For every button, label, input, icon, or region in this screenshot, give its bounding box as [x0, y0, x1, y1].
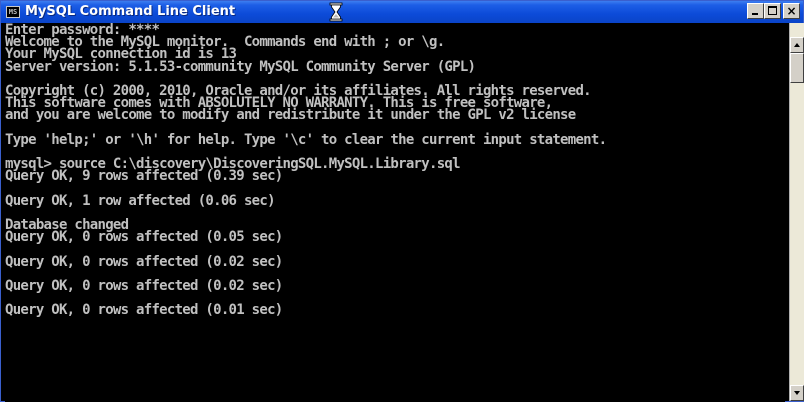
close-icon: × [786, 4, 797, 18]
console-line: Query OK, 0 rows affected (0.02 sec) [5, 277, 283, 294]
console-window: MS MySQL Command Line Client × Enter pas… [0, 0, 804, 402]
scrollbar-thumb[interactable] [790, 53, 804, 83]
title-bar[interactable]: MS MySQL Command Line Client × [1, 1, 803, 23]
console-line: Query OK, 0 rows affected (0.05 sec) [5, 229, 283, 246]
console-line: and you are welcome to modify and redist… [5, 107, 576, 124]
console-icon[interactable]: MS [6, 6, 20, 18]
minimize-button[interactable] [747, 3, 764, 19]
scroll-down-button[interactable] [790, 385, 804, 401]
scroll-down-arrow-icon [794, 391, 800, 395]
close-button[interactable]: × [783, 3, 800, 19]
window-title: MySQL Command Line Client [25, 4, 236, 19]
scroll-up-arrow-icon [794, 43, 800, 47]
hourglass-icon [329, 2, 343, 22]
console-line: Query OK, 9 rows affected (0.39 sec) [5, 168, 283, 185]
console-line: Server version: 5.1.53-community MySQL C… [5, 58, 476, 75]
console-output[interactable]: Enter password: **** Welcome to the MySQL… [5, 23, 785, 402]
console-line: Type 'help;' or '\h' for help. Type '\c'… [5, 131, 607, 148]
console-line: Query OK, 1 row affected (0.06 sec) [5, 192, 276, 209]
console-line: Query OK, 0 rows affected (0.01 sec) [5, 302, 283, 319]
scroll-up-button[interactable] [790, 37, 804, 53]
vertical-scrollbar[interactable] [789, 23, 804, 401]
maximize-button[interactable] [764, 3, 781, 19]
console-line: Query OK, 0 rows affected (0.02 sec) [5, 253, 283, 270]
